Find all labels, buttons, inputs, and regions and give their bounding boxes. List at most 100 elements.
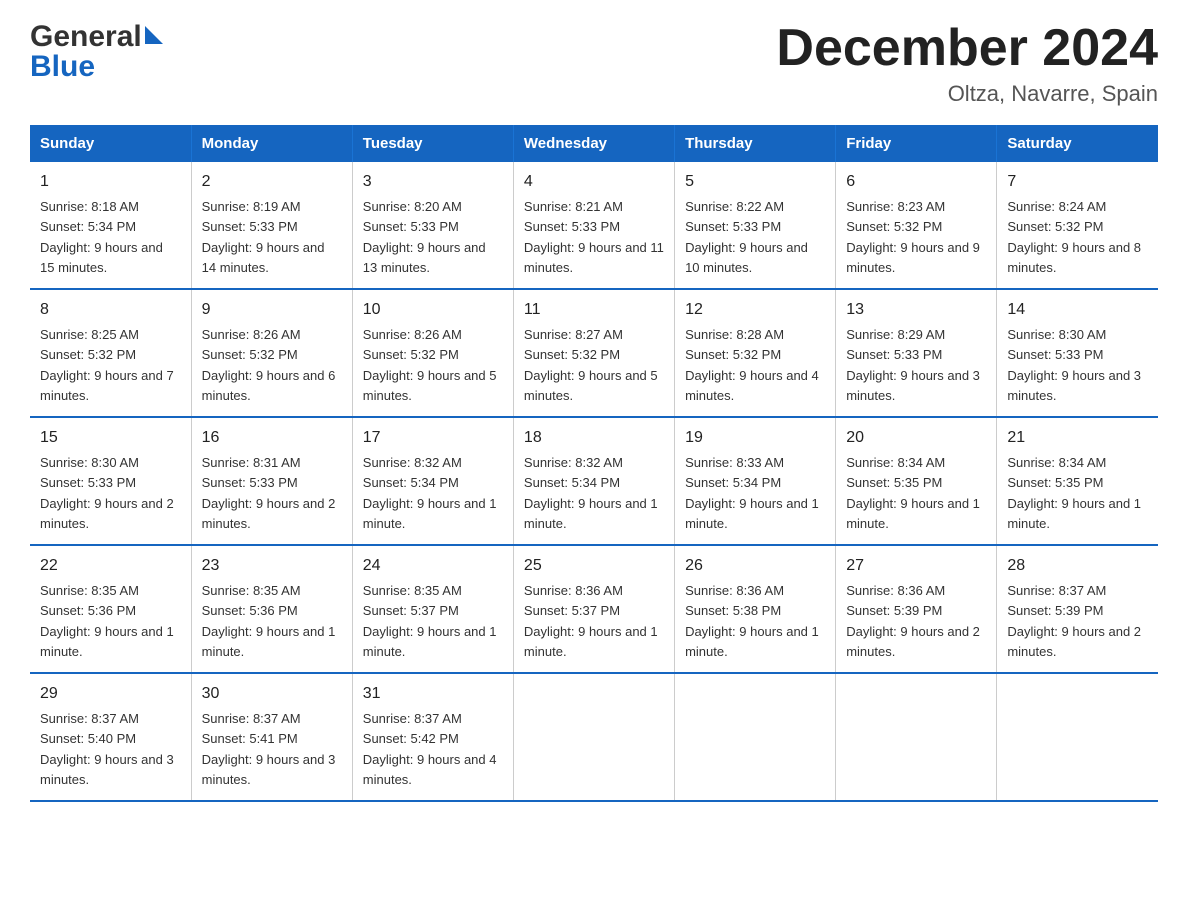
day-info: Sunrise: 8:22 AMSunset: 5:33 PMDaylight:… [685,199,808,275]
day-cell: 29 Sunrise: 8:37 AMSunset: 5:40 PMDaylig… [30,673,191,801]
day-info: Sunrise: 8:19 AMSunset: 5:33 PMDaylight:… [202,199,325,275]
day-number: 22 [40,554,181,578]
day-cell: 6 Sunrise: 8:23 AMSunset: 5:32 PMDayligh… [836,162,997,289]
day-info: Sunrise: 8:27 AMSunset: 5:32 PMDaylight:… [524,327,658,403]
day-number: 8 [40,298,181,322]
day-info: Sunrise: 8:30 AMSunset: 5:33 PMDaylight:… [40,455,174,531]
calendar-body: 1 Sunrise: 8:18 AMSunset: 5:34 PMDayligh… [30,162,1158,801]
day-cell: 12 Sunrise: 8:28 AMSunset: 5:32 PMDaylig… [675,289,836,417]
day-info: Sunrise: 8:35 AMSunset: 5:36 PMDaylight:… [40,583,174,659]
day-cell: 22 Sunrise: 8:35 AMSunset: 5:36 PMDaylig… [30,545,191,673]
day-number: 31 [363,682,503,706]
day-info: Sunrise: 8:31 AMSunset: 5:33 PMDaylight:… [202,455,336,531]
day-info: Sunrise: 8:18 AMSunset: 5:34 PMDaylight:… [40,199,163,275]
day-number: 6 [846,170,986,194]
header-cell-sunday: Sunday [30,125,191,162]
day-number: 14 [1007,298,1148,322]
day-info: Sunrise: 8:37 AMSunset: 5:41 PMDaylight:… [202,711,336,787]
day-number: 3 [363,170,503,194]
day-number: 16 [202,426,342,450]
day-cell: 4 Sunrise: 8:21 AMSunset: 5:33 PMDayligh… [513,162,674,289]
calendar-header: SundayMondayTuesdayWednesdayThursdayFrid… [30,125,1158,162]
header-cell-thursday: Thursday [675,125,836,162]
day-info: Sunrise: 8:33 AMSunset: 5:34 PMDaylight:… [685,455,819,531]
logo-blue-text: Blue [30,50,163,84]
day-cell: 28 Sunrise: 8:37 AMSunset: 5:39 PMDaylig… [997,545,1158,673]
logo-general-text: General [30,20,142,54]
day-number: 5 [685,170,825,194]
day-cell: 2 Sunrise: 8:19 AMSunset: 5:33 PMDayligh… [191,162,352,289]
day-number: 9 [202,298,342,322]
day-info: Sunrise: 8:32 AMSunset: 5:34 PMDaylight:… [363,455,497,531]
header-row: SundayMondayTuesdayWednesdayThursdayFrid… [30,125,1158,162]
day-info: Sunrise: 8:35 AMSunset: 5:36 PMDaylight:… [202,583,336,659]
day-cell: 25 Sunrise: 8:36 AMSunset: 5:37 PMDaylig… [513,545,674,673]
day-info: Sunrise: 8:24 AMSunset: 5:32 PMDaylight:… [1007,199,1141,275]
day-cell: 9 Sunrise: 8:26 AMSunset: 5:32 PMDayligh… [191,289,352,417]
day-cell: 11 Sunrise: 8:27 AMSunset: 5:32 PMDaylig… [513,289,674,417]
day-info: Sunrise: 8:25 AMSunset: 5:32 PMDaylight:… [40,327,174,403]
day-number: 21 [1007,426,1148,450]
day-cell: 16 Sunrise: 8:31 AMSunset: 5:33 PMDaylig… [191,417,352,545]
day-number: 15 [40,426,181,450]
day-number: 18 [524,426,664,450]
day-info: Sunrise: 8:35 AMSunset: 5:37 PMDaylight:… [363,583,497,659]
day-info: Sunrise: 8:29 AMSunset: 5:33 PMDaylight:… [846,327,980,403]
calendar-table: SundayMondayTuesdayWednesdayThursdayFrid… [30,125,1158,802]
day-number: 17 [363,426,503,450]
day-info: Sunrise: 8:26 AMSunset: 5:32 PMDaylight:… [363,327,497,403]
day-cell: 5 Sunrise: 8:22 AMSunset: 5:33 PMDayligh… [675,162,836,289]
day-info: Sunrise: 8:36 AMSunset: 5:38 PMDaylight:… [685,583,819,659]
day-number: 2 [202,170,342,194]
day-cell: 3 Sunrise: 8:20 AMSunset: 5:33 PMDayligh… [352,162,513,289]
day-cell: 21 Sunrise: 8:34 AMSunset: 5:35 PMDaylig… [997,417,1158,545]
day-cell: 27 Sunrise: 8:36 AMSunset: 5:39 PMDaylig… [836,545,997,673]
day-number: 13 [846,298,986,322]
day-info: Sunrise: 8:36 AMSunset: 5:39 PMDaylight:… [846,583,980,659]
day-cell: 1 Sunrise: 8:18 AMSunset: 5:34 PMDayligh… [30,162,191,289]
week-row-1: 1 Sunrise: 8:18 AMSunset: 5:34 PMDayligh… [30,162,1158,289]
day-number: 29 [40,682,181,706]
day-info: Sunrise: 8:30 AMSunset: 5:33 PMDaylight:… [1007,327,1141,403]
header-cell-friday: Friday [836,125,997,162]
week-row-2: 8 Sunrise: 8:25 AMSunset: 5:32 PMDayligh… [30,289,1158,417]
day-cell [513,673,674,801]
day-info: Sunrise: 8:34 AMSunset: 5:35 PMDaylight:… [1007,455,1141,531]
day-number: 12 [685,298,825,322]
day-cell [675,673,836,801]
page-header: General Blue December 2024 Oltza, Navarr… [30,20,1158,107]
day-info: Sunrise: 8:32 AMSunset: 5:34 PMDaylight:… [524,455,658,531]
day-cell: 8 Sunrise: 8:25 AMSunset: 5:32 PMDayligh… [30,289,191,417]
day-number: 23 [202,554,342,578]
day-info: Sunrise: 8:23 AMSunset: 5:32 PMDaylight:… [846,199,980,275]
day-info: Sunrise: 8:37 AMSunset: 5:39 PMDaylight:… [1007,583,1141,659]
day-number: 20 [846,426,986,450]
day-info: Sunrise: 8:34 AMSunset: 5:35 PMDaylight:… [846,455,980,531]
day-number: 24 [363,554,503,578]
day-cell: 14 Sunrise: 8:30 AMSunset: 5:33 PMDaylig… [997,289,1158,417]
day-cell: 23 Sunrise: 8:35 AMSunset: 5:36 PMDaylig… [191,545,352,673]
day-cell [836,673,997,801]
day-info: Sunrise: 8:20 AMSunset: 5:33 PMDaylight:… [363,199,486,275]
location-subtitle: Oltza, Navarre, Spain [776,81,1158,107]
day-info: Sunrise: 8:26 AMSunset: 5:32 PMDaylight:… [202,327,336,403]
day-number: 11 [524,298,664,322]
day-number: 4 [524,170,664,194]
logo-arrow-icon [145,26,163,44]
header-cell-tuesday: Tuesday [352,125,513,162]
logo: General Blue [30,20,163,84]
day-number: 26 [685,554,825,578]
day-number: 27 [846,554,986,578]
day-cell: 7 Sunrise: 8:24 AMSunset: 5:32 PMDayligh… [997,162,1158,289]
week-row-5: 29 Sunrise: 8:37 AMSunset: 5:40 PMDaylig… [30,673,1158,801]
day-cell [997,673,1158,801]
day-cell: 20 Sunrise: 8:34 AMSunset: 5:35 PMDaylig… [836,417,997,545]
day-cell: 15 Sunrise: 8:30 AMSunset: 5:33 PMDaylig… [30,417,191,545]
header-cell-monday: Monday [191,125,352,162]
header-cell-saturday: Saturday [997,125,1158,162]
day-cell: 17 Sunrise: 8:32 AMSunset: 5:34 PMDaylig… [352,417,513,545]
day-cell: 19 Sunrise: 8:33 AMSunset: 5:34 PMDaylig… [675,417,836,545]
week-row-3: 15 Sunrise: 8:30 AMSunset: 5:33 PMDaylig… [30,417,1158,545]
day-info: Sunrise: 8:28 AMSunset: 5:32 PMDaylight:… [685,327,819,403]
day-number: 10 [363,298,503,322]
